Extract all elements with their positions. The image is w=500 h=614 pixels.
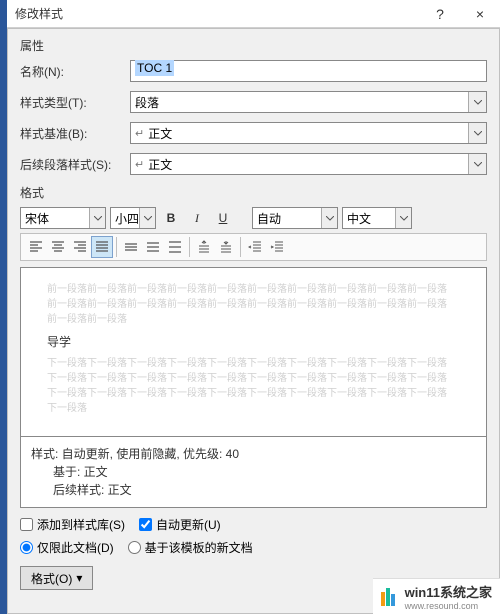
watermark: win11系统之家 www.resound.com	[373, 578, 500, 614]
italic-button[interactable]: I	[186, 207, 208, 229]
help-button[interactable]: ?	[420, 0, 460, 28]
checkbox-input[interactable]	[139, 518, 152, 531]
format-dropdown-button[interactable]: 格式(O) ▾	[20, 566, 93, 590]
font-color-select[interactable]: 自动	[252, 207, 338, 229]
style-info: 样式: 自动更新, 使用前隐藏, 优先级: 40 基于: 正文 后续样式: 正文	[20, 437, 487, 508]
add-to-gallery-checkbox[interactable]: 添加到样式库(S)	[20, 516, 125, 533]
separator	[189, 237, 190, 257]
align-right-button[interactable]	[69, 236, 91, 258]
radio-row: 仅限此文档(D) 基于该模板的新文档	[20, 539, 487, 556]
titlebar-title: 修改样式	[15, 5, 420, 22]
chevron-down-icon	[395, 208, 411, 228]
preview-gray-line: 下一段落下一段落下一段落下一段落下一段落下一段落下一段落下一段落下一段落下一段落	[47, 356, 460, 371]
lang-select[interactable]: 中文	[342, 207, 412, 229]
info-line: 样式: 自动更新, 使用前隐藏, 优先级: 40	[31, 445, 476, 463]
style-preview: 前一段落前一段落前一段落前一段落前一段落前一段落前一段落前一段落前一段落前一段落…	[20, 267, 487, 437]
paragraph-toolbar	[20, 233, 487, 261]
chevron-down-icon: ▾	[76, 571, 82, 585]
auto-update-checkbox[interactable]: 自动更新(U)	[139, 516, 221, 533]
this-doc-radio[interactable]: 仅限此文档(D)	[20, 539, 114, 556]
checkbox-row: 添加到样式库(S) 自动更新(U)	[20, 516, 487, 533]
style-base-select[interactable]: ↵ 正文	[130, 122, 487, 144]
style-type-select[interactable]: 段落	[130, 91, 487, 113]
spacing-1-button[interactable]	[120, 236, 142, 258]
font-size-select[interactable]: 小四	[110, 207, 156, 229]
align-justify-button[interactable]	[91, 236, 113, 258]
font-family-select[interactable]: 宋体	[20, 207, 106, 229]
spacing-15-button[interactable]	[142, 236, 164, 258]
name-input[interactable]: TOC 1	[130, 60, 487, 82]
preview-gray-line: 下一段落	[47, 401, 460, 416]
preview-gray-line: 下一段落下一段落下一段落下一段落下一段落下一段落下一段落下一段落下一段落下一段落	[47, 371, 460, 386]
preview-main-line: 导学	[47, 333, 460, 350]
decrease-indent-button[interactable]	[244, 236, 266, 258]
chevron-down-icon	[468, 154, 486, 174]
pilcrow-icon: ↵	[135, 127, 144, 140]
section-properties-label: 属性	[20, 37, 487, 54]
name-label: 名称(N):	[20, 63, 130, 80]
checkbox-input[interactable]	[20, 518, 33, 531]
separator	[240, 237, 241, 257]
app-left-strip	[0, 0, 7, 614]
preview-gray-line: 前一段落前一段落	[47, 312, 460, 327]
radio-input[interactable]	[128, 541, 141, 554]
separator	[116, 237, 117, 257]
chevron-down-icon	[468, 92, 486, 112]
type-label: 样式类型(T):	[20, 94, 130, 111]
preview-gray-line: 下一段落下一段落下一段落下一段落下一段落下一段落下一段落下一段落下一段落下一段落	[47, 386, 460, 401]
radio-input[interactable]	[20, 541, 33, 554]
info-line: 后续样式: 正文	[53, 481, 476, 499]
follow-style-select[interactable]: ↵ 正文	[130, 153, 487, 175]
chevron-down-icon	[89, 208, 105, 228]
decrease-space-before-button[interactable]	[215, 236, 237, 258]
chevron-down-icon	[468, 123, 486, 143]
spacing-2-button[interactable]	[164, 236, 186, 258]
watermark-text: win11系统之家	[405, 582, 492, 601]
watermark-sub: www.resound.com	[405, 601, 492, 611]
close-button[interactable]: ×	[460, 0, 500, 28]
chevron-down-icon	[139, 208, 155, 228]
chevron-down-icon	[321, 208, 337, 228]
align-left-button[interactable]	[25, 236, 47, 258]
increase-indent-button[interactable]	[266, 236, 288, 258]
section-format-label: 格式	[20, 184, 487, 201]
align-center-button[interactable]	[47, 236, 69, 258]
watermark-logo-icon	[381, 588, 399, 606]
increase-space-before-button[interactable]	[193, 236, 215, 258]
titlebar: 修改样式 ? ×	[7, 0, 500, 28]
pilcrow-icon: ↵	[135, 158, 144, 171]
preview-gray-line: 前一段落前一段落前一段落前一段落前一段落前一段落前一段落前一段落前一段落前一段落	[47, 282, 460, 297]
template-radio[interactable]: 基于该模板的新文档	[128, 539, 253, 556]
font-toolbar: 宋体 小四 B I U 自动 中文	[20, 207, 487, 229]
base-label: 样式基准(B):	[20, 125, 130, 142]
underline-button[interactable]: U	[212, 207, 234, 229]
info-line: 基于: 正文	[53, 463, 476, 481]
preview-gray-line: 前一段落前一段落前一段落前一段落前一段落前一段落前一段落前一段落前一段落前一段落	[47, 297, 460, 312]
follow-label: 后续段落样式(S):	[20, 156, 130, 173]
bold-button[interactable]: B	[160, 207, 182, 229]
modify-style-dialog: 属性 名称(N): TOC 1 样式类型(T): 段落 样式基准(B): ↵ 正…	[7, 28, 500, 614]
